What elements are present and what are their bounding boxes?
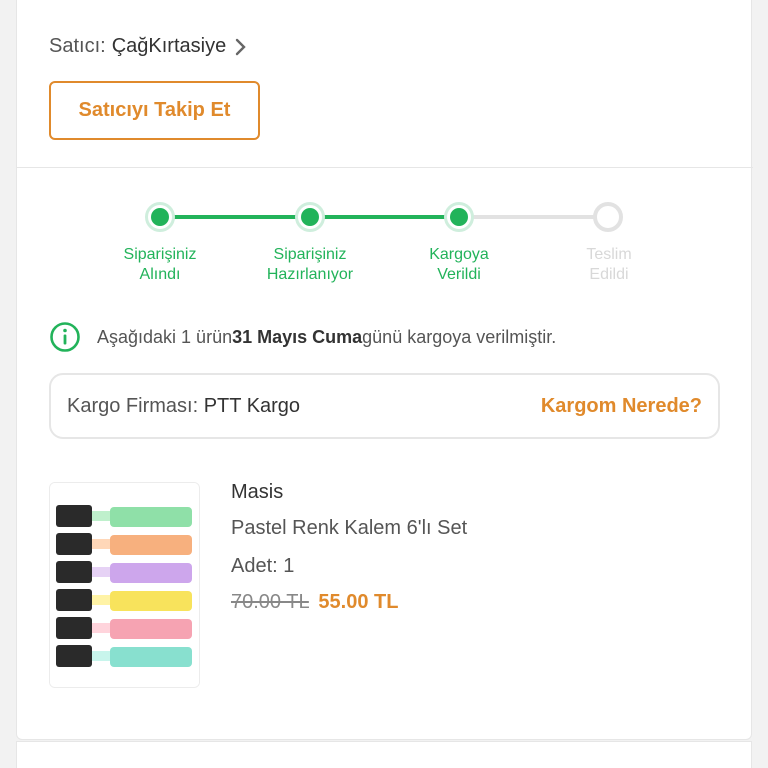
divider <box>17 167 753 168</box>
cargo-company-name: PTT Kargo <box>203 394 301 417</box>
step-label-delivered: Teslim Edildi <box>586 246 632 283</box>
info-text-after: günü kargoya verilmiştir. <box>362 326 557 347</box>
product-image[interactable] <box>49 482 200 688</box>
follow-seller-button[interactable]: Satıcıyı Takip Et <box>49 81 260 140</box>
cargo-box: Kargo Firması: PTT Kargo Kargom Nerede? <box>49 373 720 439</box>
new-price: 55.00 TL <box>318 591 399 613</box>
step-dot-preparing <box>295 202 325 232</box>
cargo-company: Kargo Firması: PTT Kargo <box>67 395 300 418</box>
info-text-before: Aşağıdaki 1 ürün <box>97 326 233 347</box>
product-quantity: Adet: 1 <box>231 555 295 577</box>
order-card: Satıcı: ÇağKırtasiye Satıcıyı Takip Et S… <box>16 0 753 740</box>
seller-prefix: Satıcı: <box>49 35 106 57</box>
cargo-label: Kargo Firması: <box>67 394 199 417</box>
product-name[interactable]: Pastel Renk Kalem 6'lı Set <box>231 517 467 555</box>
info-circle-icon <box>50 322 80 352</box>
step-dot-delivered <box>593 202 623 232</box>
seller-row[interactable]: Satıcı: ÇağKırtasiye <box>49 35 250 58</box>
old-price: 70.00 TL <box>231 591 309 613</box>
step-label-shipped: Kargoya Verildi <box>429 246 489 283</box>
step-connector <box>313 215 463 219</box>
order-status-stepper: Siparişiniz Alındı Siparişiniz Hazırlanıyo… <box>17 190 753 300</box>
step-dot-received <box>145 202 175 232</box>
step-connector <box>463 215 611 219</box>
product-info: Masis Pastel Renk Kalem 6'lı Set Adet: 1… <box>231 481 467 614</box>
step-label-preparing: Siparişiniz Hazırlanıyor <box>266 246 354 283</box>
step-dot-shipped <box>444 202 474 232</box>
next-card <box>16 741 752 768</box>
step-connector <box>163 215 313 219</box>
shipment-info: Aşağıdaki 1 ürün 31 Mayıs Cuma günü karg… <box>49 321 556 353</box>
ship-date: 31 Mayıs Cuma <box>232 326 363 347</box>
chevron-right-icon[interactable] <box>232 38 250 56</box>
seller-name[interactable]: ÇağKırtasiye <box>112 35 227 58</box>
product-brand: Masis <box>231 481 284 503</box>
step-label-received: Siparişiniz Alındı <box>123 246 197 283</box>
track-cargo-link[interactable]: Kargom Nerede? <box>541 395 702 418</box>
product-price: 70.00 TL 55.00 TL <box>231 591 467 614</box>
